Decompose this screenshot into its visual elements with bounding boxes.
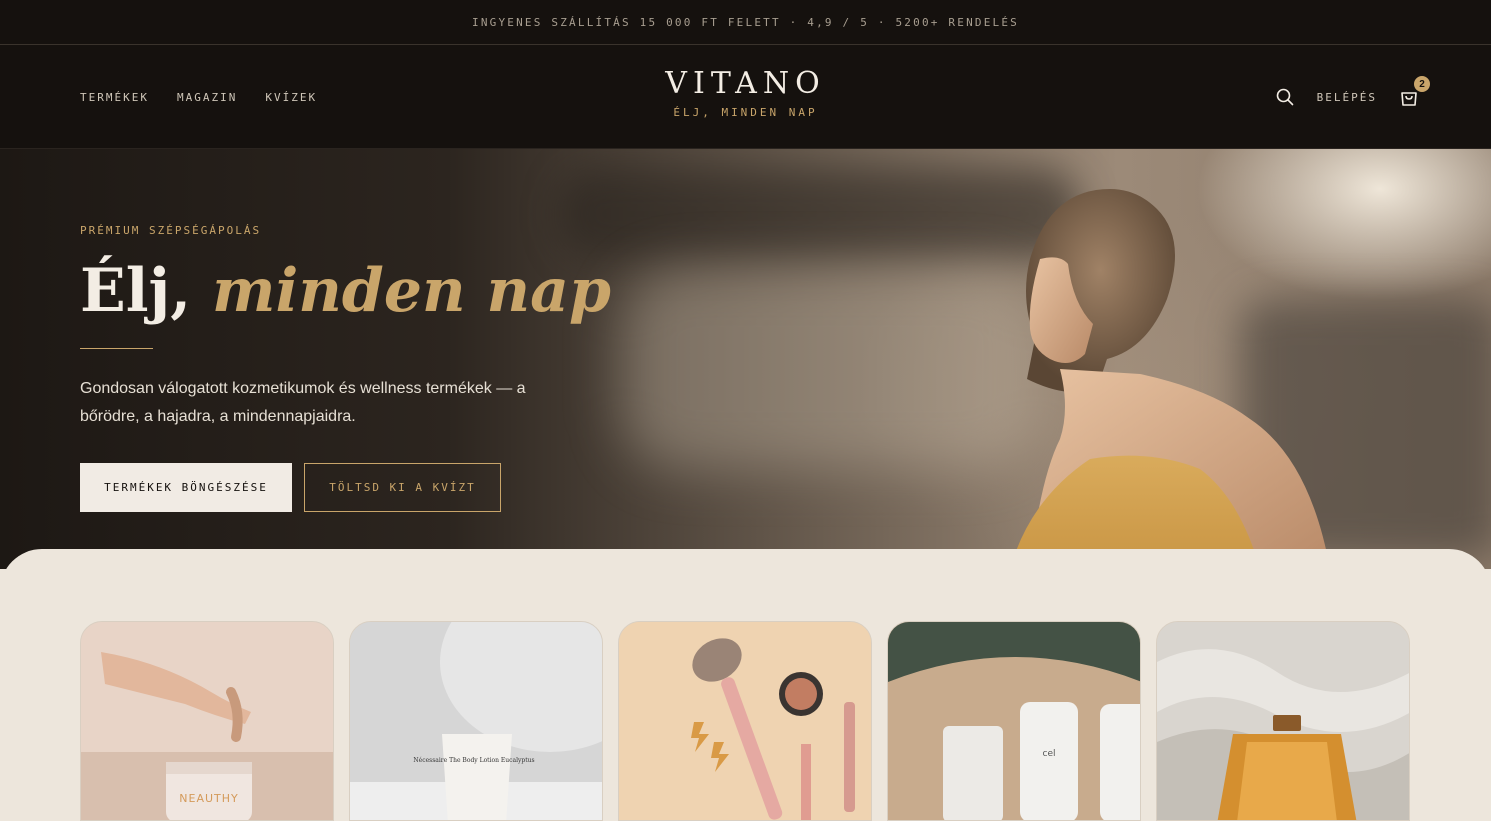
product-showcase: NEAUTHY Nécessaire The Body Lotion Eucal… xyxy=(0,549,1491,821)
hero-headline: Élj, minden nap xyxy=(80,249,611,333)
headline-plain: Élj, xyxy=(80,256,192,326)
product-label-text: NEAUTHY xyxy=(179,792,238,805)
product-card[interactable]: NEAUTHY xyxy=(80,621,334,821)
product-image-bottles: cel xyxy=(888,622,1140,820)
product-image-body-lotion: Nécessaire The Body Lotion Eucalyptus xyxy=(350,622,602,820)
product-card[interactable]: Nécessaire The Body Lotion Eucalyptus xyxy=(349,621,603,821)
search-icon[interactable] xyxy=(1275,87,1295,107)
logo[interactable]: VITANO xyxy=(0,65,1491,103)
headline-accent: minden nap xyxy=(212,256,612,326)
hero-divider xyxy=(80,348,153,349)
shopping-bag-icon[interactable]: 2 xyxy=(1399,76,1430,107)
tagline: ÉLJ, MINDEN NAP xyxy=(673,106,818,119)
site-header: TERMÉKEK MAGAZIN KVÍZEK VITANO ÉLJ, MIND… xyxy=(0,45,1491,149)
cart-count-badge: 2 xyxy=(1414,76,1430,92)
hero-section: PRÉMIUM SZÉPSÉGÁPOLÁS Élj, minden nap Go… xyxy=(0,149,1491,569)
hero-description: Gondosan válogatott kozmetikumok és well… xyxy=(80,380,526,425)
header-tools: BELÉPÉS 2 xyxy=(1275,45,1430,149)
product-label-text: cel xyxy=(1043,749,1056,759)
product-image-cream-jar: NEAUTHY xyxy=(81,622,333,820)
product-label-text: Nécessaire The Body Lotion Eucalyptus xyxy=(413,757,534,764)
browse-products-button[interactable]: TERMÉKEK BÖNGÉSZÉSE xyxy=(80,463,292,512)
hero-eyebrow: PRÉMIUM SZÉPSÉGÁPOLÁS xyxy=(80,224,262,237)
announcement-text: INGYENES SZÁLLÍTÁS 15 000 FT FELETT · 4,… xyxy=(472,15,1019,29)
brand-block: VITANO ÉLJ, MINDEN NAP xyxy=(0,65,1491,119)
product-image-perfume xyxy=(1157,622,1409,820)
product-card[interactable] xyxy=(618,621,872,821)
product-card[interactable] xyxy=(1156,621,1410,821)
product-card[interactable]: cel xyxy=(887,621,1141,821)
product-image-makeup-brushes xyxy=(619,622,871,820)
product-card-row: NEAUTHY Nécessaire The Body Lotion Eucal… xyxy=(80,621,1410,821)
announcement-bar: INGYENES SZÁLLÍTÁS 15 000 FT FELETT · 4,… xyxy=(0,0,1491,45)
login-link[interactable]: BELÉPÉS xyxy=(1317,91,1377,104)
take-quiz-button[interactable]: TÖLTSD KI A KVÍZT xyxy=(304,463,501,512)
